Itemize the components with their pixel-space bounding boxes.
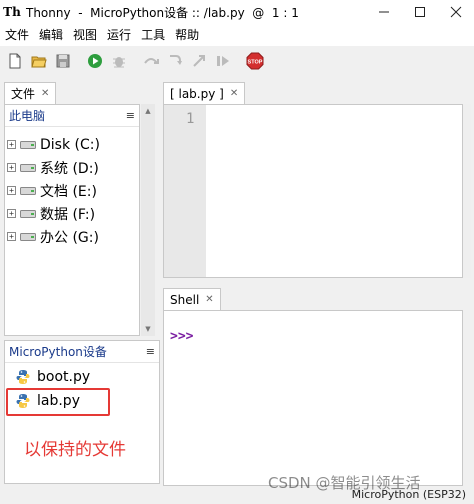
debug-icon[interactable]	[108, 50, 130, 72]
annotation-text: 以保持的文件	[24, 440, 126, 460]
menu-file[interactable]: 文件	[0, 24, 34, 46]
scroll-up-icon[interactable]: ▲	[141, 104, 155, 118]
minimize-icon[interactable]	[366, 0, 402, 24]
expand-icon[interactable]: +	[7, 186, 16, 195]
computer-header: 此电脑 ≡	[5, 105, 139, 127]
drive-icon	[20, 163, 36, 172]
computer-files-section: 此电脑 ≡ + Disk (C:) + 系统 (D:) + 文档 (E:) +	[4, 104, 140, 336]
drive-row[interactable]: + 数据 (F:)	[5, 202, 139, 225]
menu-tools[interactable]: 工具	[136, 24, 170, 46]
tab-files-label: 文件	[11, 87, 36, 101]
annotation-highlight-box	[6, 388, 110, 416]
window-title: Thonny - MicroPython设备 :: /lab.py @ 1 : …	[26, 5, 299, 20]
scroll-down-icon[interactable]: ▼	[141, 322, 155, 336]
status-bar: MicroPython (ESP32)	[0, 486, 474, 504]
menu-bar: 文件 编辑 视图 运行 工具 帮助	[0, 24, 474, 46]
step-out-icon[interactable]	[188, 50, 210, 72]
run-icon[interactable]	[84, 50, 106, 72]
drive-row[interactable]: + 办公 (G:)	[5, 225, 139, 248]
save-icon[interactable]	[52, 50, 74, 72]
editor-scrollbar[interactable]	[463, 104, 471, 278]
drive-row[interactable]: + 系统 (D:)	[5, 156, 139, 179]
line-number: 1	[186, 111, 195, 127]
drive-label: 系统 (D:)	[40, 160, 99, 177]
menu-lines-icon[interactable]: ≡	[146, 345, 155, 358]
python-file-icon	[16, 370, 30, 384]
drive-icon	[20, 140, 36, 149]
device-file-row[interactable]: boot.py	[5, 365, 159, 389]
drive-row[interactable]: + Disk (C:)	[5, 133, 139, 156]
drive-label: 办公 (G:)	[40, 229, 99, 246]
menu-edit[interactable]: 编辑	[34, 24, 68, 46]
tab-close-icon[interactable]: ✕	[205, 294, 213, 305]
device-header-label: MicroPython设备	[9, 345, 107, 359]
tab-lab-py-label: [ lab.py ]	[170, 86, 224, 101]
shell-prompt: >>>	[170, 329, 194, 344]
title-bar: Th Thonny - MicroPython设备 :: /lab.py @ 1…	[0, 0, 474, 24]
thonny-app-icon: Th	[3, 5, 21, 19]
expand-icon[interactable]: +	[7, 232, 16, 241]
window-controls	[366, 0, 474, 24]
expand-icon[interactable]: +	[7, 163, 16, 172]
interpreter-status[interactable]: MicroPython (ESP32)	[352, 488, 466, 501]
editor-tabstrip: [ lab.py ] ✕	[163, 82, 246, 104]
menu-lines-icon[interactable]: ≡	[126, 109, 135, 122]
new-file-icon[interactable]	[4, 50, 26, 72]
files-tabstrip: 文件 ✕	[4, 82, 57, 104]
shell-tabstrip: Shell ✕	[163, 288, 221, 310]
resume-icon[interactable]	[212, 50, 234, 72]
device-header: MicroPython设备 ≡	[5, 341, 159, 363]
drive-label: 文档 (E:)	[40, 183, 97, 200]
stop-icon-label: STOP	[248, 60, 263, 66]
thonny-window: Th Thonny - MicroPython设备 :: /lab.py @ 1…	[0, 0, 474, 504]
expand-icon[interactable]: +	[7, 140, 16, 149]
tab-shell-label: Shell	[170, 292, 200, 307]
tab-lab-py[interactable]: [ lab.py ] ✕	[163, 82, 246, 104]
computer-header-label: 此电脑	[9, 109, 46, 123]
drive-icon	[20, 232, 36, 241]
step-into-icon[interactable]	[164, 50, 186, 72]
expand-icon[interactable]: +	[7, 209, 16, 218]
maximize-icon[interactable]	[402, 0, 438, 24]
close-icon[interactable]	[438, 0, 474, 24]
drive-icon	[20, 186, 36, 195]
device-file-name: boot.py	[37, 369, 91, 385]
tab-files[interactable]: 文件 ✕	[4, 82, 57, 104]
drive-label: Disk (C:)	[40, 136, 100, 153]
stop-icon[interactable]: STOP	[244, 50, 266, 72]
drive-icon	[20, 209, 36, 218]
tab-close-icon[interactable]: ✕	[230, 88, 238, 99]
toolbar: STOP	[0, 46, 474, 76]
code-editor[interactable]: 1	[163, 104, 463, 278]
step-over-icon[interactable]	[140, 50, 162, 72]
menu-help[interactable]: 帮助	[170, 24, 204, 46]
line-number-gutter: 1	[164, 105, 206, 277]
menu-view[interactable]: 视图	[68, 24, 102, 46]
computer-scrollbar[interactable]: ▲ ▼	[141, 104, 155, 336]
drive-row[interactable]: + 文档 (E:)	[5, 179, 139, 202]
tab-close-icon[interactable]: ✕	[41, 88, 49, 99]
tab-shell[interactable]: Shell ✕	[163, 288, 221, 310]
drive-label: 数据 (F:)	[40, 206, 96, 223]
open-file-icon[interactable]	[28, 50, 50, 72]
shell-console[interactable]: >>>	[163, 310, 463, 486]
menu-run[interactable]: 运行	[102, 24, 136, 46]
